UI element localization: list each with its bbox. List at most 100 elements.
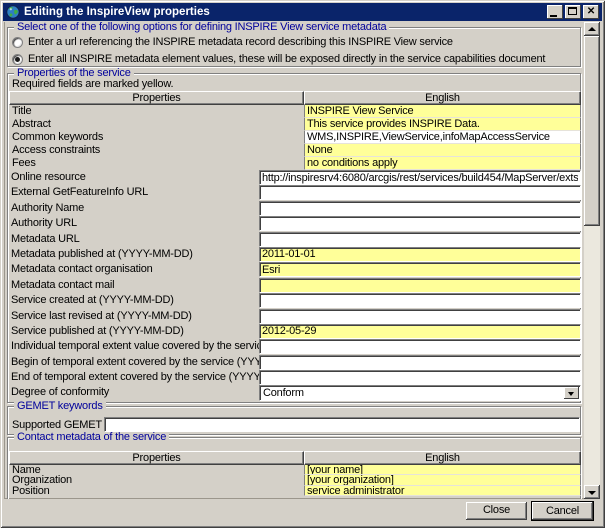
column-header-english: English [304,451,581,465]
row-label: External GetFeatureInfo URL [11,185,148,200]
properties-text-rows: Title INSPIRE View Service Abstract This… [9,105,581,170]
content-viewport: Select one of the following options for … [4,22,584,499]
field-row: Metadata contact mail [9,278,581,293]
field-row: Metadata URL [9,232,581,247]
row-label: Common keywords [9,131,304,144]
service-created-input[interactable] [259,293,581,308]
radio-option-elements-label: Enter all INSPIRE metadata element value… [28,53,545,65]
row-label: Authority URL [11,216,77,231]
table-row: Fees no conditions apply [9,157,581,170]
metadata-published-input[interactable] [259,247,581,262]
title-value-cell[interactable]: INSPIRE View Service [304,105,581,118]
field-row: Online resource [9,170,581,185]
column-header-properties: Properties [9,91,304,105]
field-row: Service created at (YYYY-MM-DD) [9,293,581,308]
table-row: Position service administrator [9,486,581,496]
metadata-contact-mail-input[interactable] [259,278,581,293]
supported-gemet-themes-input[interactable] [104,417,580,432]
degree-of-conformity-select[interactable]: Conform [259,385,581,401]
fees-value-cell[interactable]: no conditions apply [304,157,581,170]
radio-option-url-label: Enter a url referencing the INSPIRE meta… [28,36,453,48]
metadata-options-legend: Select one of the following options for … [14,22,389,33]
contact-table-header: Properties English [9,451,581,465]
authority-name-input[interactable] [259,201,581,216]
scrollbar-thumb[interactable] [584,36,600,226]
row-label: Degree of conformity [11,385,109,400]
maximize-button[interactable] [565,5,581,19]
service-published-input[interactable] [259,324,581,339]
online-resource-input[interactable] [259,170,581,185]
close-button[interactable]: Close [466,502,527,520]
contact-name-cell[interactable]: [your name] [304,465,581,475]
close-icon: ✕ [583,5,599,19]
field-row: Individual temporal extent value covered… [9,339,581,354]
table-row: Abstract This service provides INSPIRE D… [9,118,581,131]
row-label: Metadata contact organisation [11,262,153,277]
column-header-properties: Properties [9,451,304,465]
authority-url-input[interactable] [259,216,581,231]
vertical-scrollbar[interactable] [584,22,600,499]
row-label: Authority Name [11,201,84,216]
external-getfeatureinfo-url-input[interactable] [259,185,581,200]
contact-position-cell[interactable]: service administrator [304,486,581,496]
row-label: Service published at (YYYY-MM-DD) [11,324,184,339]
metadata-contact-organisation-input[interactable] [259,262,581,277]
contact-legend: Contact metadata of the service [14,432,169,443]
row-label: Fees [9,157,304,170]
field-row: Service last revised at (YYYY-MM-DD) [9,309,581,324]
properties-field-rows: Online resource External GetFeatureInfo … [9,170,581,401]
row-label: Service last revised at (YYYY-MM-DD) [11,309,192,324]
common-keywords-value-cell[interactable]: WMS,INSPIRE,ViewService,infoMapAccessSer… [304,131,581,144]
metadata-options-group: Select one of the following options for … [7,27,581,67]
individual-temporal-extent-input[interactable] [259,339,581,354]
row-label: Title [9,105,304,118]
cancel-button[interactable]: Cancel [531,501,594,521]
field-row: Metadata contact organisation [9,262,581,277]
row-label: Service created at (YYYY-MM-DD) [11,293,174,308]
field-row: Service published at (YYYY-MM-DD) [9,324,581,339]
access-constraints-value-cell[interactable]: None [304,144,581,157]
radio-selected-icon[interactable] [12,54,23,65]
radio-option-url[interactable]: Enter a url referencing the INSPIRE meta… [12,36,453,48]
arrow-up-icon [588,27,596,31]
field-row: Degree of conformity Conform [9,385,581,400]
row-label: Abstract [9,118,304,131]
field-row: Metadata published at (YYYY-MM-DD) [9,247,581,262]
dialog-window: Editing the InspireView properties ✕ Sel… [0,0,605,528]
table-row: Title INSPIRE View Service [9,105,581,118]
begin-temporal-extent-input[interactable] [259,355,581,370]
row-label: Position [9,486,304,496]
end-temporal-extent-input[interactable] [259,370,581,385]
contact-organization-cell[interactable]: [your organization] [304,475,581,485]
properties-table-header: Properties English [9,91,581,105]
table-row: Access constraints None [9,144,581,157]
scroll-down-button[interactable] [584,485,600,499]
maximize-icon [568,7,577,15]
table-row: Name [your name] [9,465,581,475]
title-bar[interactable]: Editing the InspireView properties ✕ [3,3,602,21]
column-header-english: English [304,91,581,105]
service-last-revised-input[interactable] [259,309,581,324]
abstract-value-cell[interactable]: This service provides INSPIRE Data. [304,118,581,131]
row-label: Name [9,465,304,475]
radio-icon[interactable] [12,37,23,48]
radio-option-elements[interactable]: Enter all INSPIRE metadata element value… [12,53,545,65]
contact-rows: Name [your name] Organization [your orga… [9,465,581,496]
row-label: Organization [9,475,304,485]
chevron-down-icon [568,392,574,396]
metadata-url-input[interactable] [259,232,581,247]
dropdown-button[interactable] [564,387,579,399]
close-window-button[interactable]: ✕ [583,5,599,19]
required-fields-note: Required fields are marked yellow. [12,78,173,90]
globe-icon [6,5,20,19]
arrow-down-icon [588,491,596,495]
scroll-up-button[interactable] [584,22,600,36]
field-row: Begin of temporal extent covered by the … [9,355,581,370]
row-label: Metadata contact mail [11,278,114,293]
minimize-button[interactable] [547,5,563,19]
table-row: Organization [your organization] [9,475,581,485]
field-row: External GetFeatureInfo URL [9,185,581,200]
field-row: End of temporal extent covered by the se… [9,370,581,385]
field-row: Authority Name [9,201,581,216]
degree-of-conformity-value: Conform [263,387,304,399]
